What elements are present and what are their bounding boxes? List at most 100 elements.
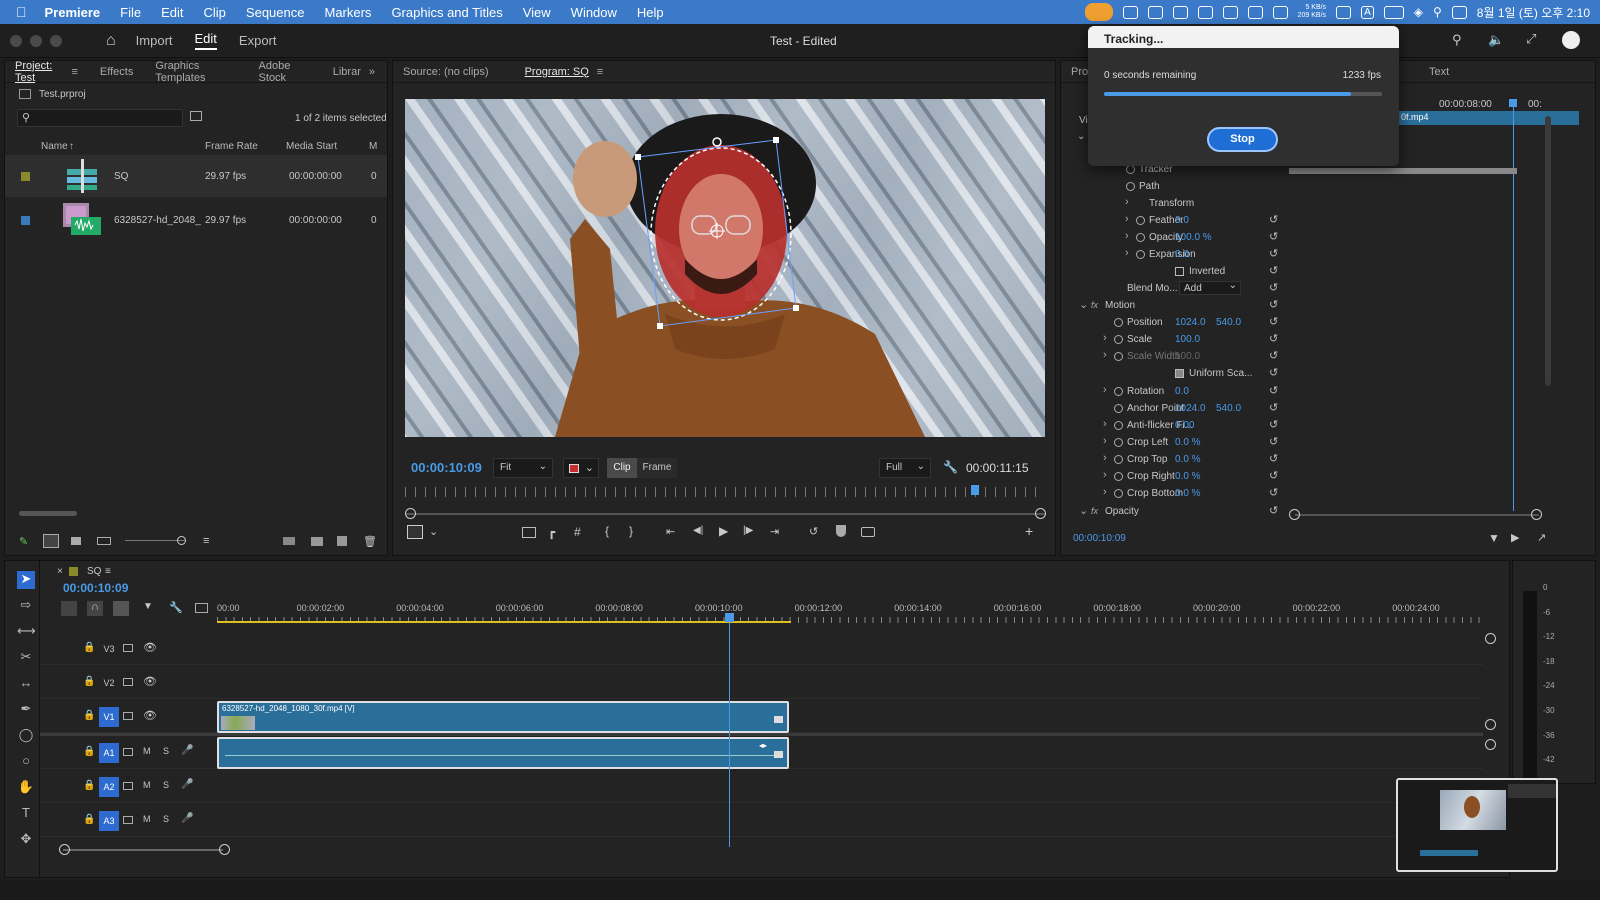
reset-icon[interactable]: ↺ [1269, 264, 1278, 277]
reset-icon[interactable]: ↺ [1269, 452, 1278, 465]
label-color-swatch[interactable] [21, 215, 30, 225]
tab-edit[interactable]: Edit [194, 31, 217, 50]
chevron-down-icon[interactable]: ⌄ [429, 525, 438, 538]
stopwatch-icon[interactable] [1114, 352, 1123, 361]
hand-tool-icon[interactable]: ✋ [17, 779, 35, 797]
safe-margins-icon[interactable] [522, 527, 536, 538]
mark-out-icon[interactable]: } [629, 524, 633, 538]
expand-chevron-icon[interactable]: › [1103, 418, 1107, 430]
ec-zoom-handle-left[interactable] [1289, 509, 1300, 520]
status-icon-2[interactable] [1147, 5, 1163, 19]
more-tabs-icon[interactable]: » [369, 66, 375, 78]
zoom-slider[interactable] [125, 540, 185, 541]
reset-icon[interactable]: ↺ [1269, 332, 1278, 345]
ec-property-value[interactable]: 1024.0 [1175, 317, 1206, 328]
ec-row-scale-width[interactable]: › Scale Width 100.0 ↺ [1061, 349, 1291, 365]
search-help-icon[interactable]: ⚲ [1452, 32, 1462, 48]
ec-row-crop-right[interactable]: › Crop Right 0.0 % ↺ [1061, 469, 1291, 485]
ec-property-value[interactable]: 0.0 % [1175, 437, 1201, 448]
reset-icon[interactable]: ↺ [1269, 504, 1278, 517]
sort-icon[interactable]: ≡ [203, 535, 209, 547]
solo-sync-icon[interactable] [123, 782, 133, 790]
ec-playhead-handle[interactable] [1509, 99, 1517, 107]
status-icon-6[interactable] [1247, 5, 1263, 19]
status-icon-8[interactable] [1336, 5, 1352, 19]
blend-mode-dropdown[interactable]: Add ⌄ [1179, 280, 1241, 295]
sync-lock-icon[interactable] [123, 644, 133, 652]
checkbox[interactable] [1175, 369, 1184, 378]
ec-property-value[interactable]: 0.00 [1175, 420, 1194, 431]
reset-icon[interactable]: ↺ [1269, 230, 1278, 243]
step-back-icon[interactable]: ◀| [693, 525, 703, 536]
ec-row-inverted[interactable]: Inverted ↺ [1061, 264, 1291, 280]
pen-tool-icon[interactable]: ✒ [17, 701, 35, 719]
stop-button[interactable]: Stop [1207, 127, 1278, 152]
reset-icon[interactable]: ↺ [1269, 349, 1278, 362]
eye-icon[interactable]: 👁 [143, 641, 157, 654]
zoom-slider-handle[interactable] [177, 536, 186, 545]
timeline-playhead-handle[interactable] [725, 613, 734, 622]
track-label[interactable]: A1 [99, 743, 119, 763]
reset-icon[interactable]: ↺ [1269, 401, 1278, 414]
track-label[interactable]: V2 [99, 673, 119, 693]
filter-icon[interactable]: ▼ [1488, 531, 1500, 545]
track-label[interactable]: V3 [99, 639, 119, 659]
tab-project[interactable]: Project: Test [15, 60, 65, 84]
track-label[interactable]: V1 [99, 707, 119, 727]
shield-icon[interactable] [836, 525, 846, 537]
ec-scrollbar[interactable] [1545, 116, 1551, 386]
stopwatch-icon[interactable] [1114, 472, 1123, 481]
ec-row-uniform-sca[interactable]: Uniform Sca... ↺ [1061, 366, 1291, 382]
collapse-chevron-icon[interactable]: ⌄ [1079, 298, 1088, 311]
list-view-icon[interactable] [43, 534, 59, 548]
microphone-icon[interactable] [1084, 3, 1113, 21]
ec-row-opacity[interactable]: › Opacity 100.0 % ↺ [1061, 230, 1291, 246]
lock-icon[interactable]: 🔒 [83, 814, 95, 825]
h-scroll-handle-right[interactable] [219, 844, 230, 855]
menu-sequence[interactable]: Sequence [246, 5, 305, 20]
tab-graphics-templates[interactable]: Graphics Templates [155, 60, 236, 84]
status-icon-5[interactable] [1222, 5, 1238, 19]
ec-row-position[interactable]: Position 1024.0 540.0 ↺ [1061, 315, 1291, 331]
project-horizontal-scrollbar[interactable] [19, 511, 77, 516]
add-marker-icon[interactable]: ▼ [143, 601, 153, 612]
window-minimize-button[interactable] [30, 34, 42, 47]
reset-icon[interactable]: ↺ [1269, 213, 1278, 226]
home-icon[interactable]: ⌂ [106, 32, 116, 50]
lock-icon[interactable]: 🔒 [83, 642, 95, 653]
vertical-zoom-handle-bottom[interactable] [1485, 719, 1496, 730]
track-v2[interactable]: 🔒 V2 👁 [5, 667, 1483, 699]
tab-effects[interactable]: Effects [100, 66, 133, 78]
tab-program[interactable]: Program: SQ [525, 66, 589, 78]
ec-row-scale[interactable]: › Scale 100.0 ↺ [1061, 332, 1291, 348]
panel-menu-icon[interactable]: ≡ [71, 66, 77, 78]
ec-property-value[interactable]: 0.0 [1175, 386, 1189, 397]
window-zoom-button[interactable] [50, 34, 62, 47]
step-forward-icon[interactable]: |▶ [743, 525, 753, 536]
creative-cloud-icon[interactable] [1562, 31, 1580, 49]
sync-lock-icon[interactable] [123, 678, 133, 686]
screenshot-preview-thumbnail[interactable] [1396, 778, 1558, 872]
ec-row-anti-flicker-fi[interactable]: › Anti-flicker Fi... 0.00 ↺ [1061, 418, 1291, 434]
expand-chevron-icon[interactable]: › [1125, 196, 1129, 208]
mute-button[interactable]: M [143, 780, 151, 790]
vertical-zoom-handle-top[interactable] [1485, 633, 1496, 644]
expand-chevron-icon[interactable]: › [1103, 435, 1107, 447]
ec-property-value-2[interactable]: 540.0 [1216, 317, 1241, 328]
track-label[interactable]: A3 [99, 811, 119, 831]
solo-button[interactable]: S [163, 780, 169, 790]
tab-libraries[interactable]: Librar [333, 66, 361, 78]
ec-row-feather[interactable]: › Feather 0.0 ↺ [1061, 213, 1291, 229]
playhead-timecode[interactable]: 00:00:10:09 [411, 460, 482, 475]
lasso-tool-icon[interactable]: ○ [17, 753, 35, 771]
checkbox[interactable] [1175, 267, 1184, 276]
menu-clip[interactable]: Clip [204, 5, 226, 20]
col-frame-rate[interactable]: Frame Rate [205, 141, 258, 152]
type-tool-icon[interactable]: T [17, 805, 35, 823]
stopwatch-icon[interactable] [1114, 455, 1123, 464]
collapse-chevron-icon[interactable]: ⌄ [1077, 131, 1085, 142]
ec-row-transform[interactable]: › Transform [1061, 196, 1291, 212]
fx-icon[interactable]: fx [1091, 300, 1098, 310]
reset-icon[interactable]: ↺ [1269, 418, 1278, 431]
export-icon[interactable]: ↗ [1537, 531, 1546, 544]
